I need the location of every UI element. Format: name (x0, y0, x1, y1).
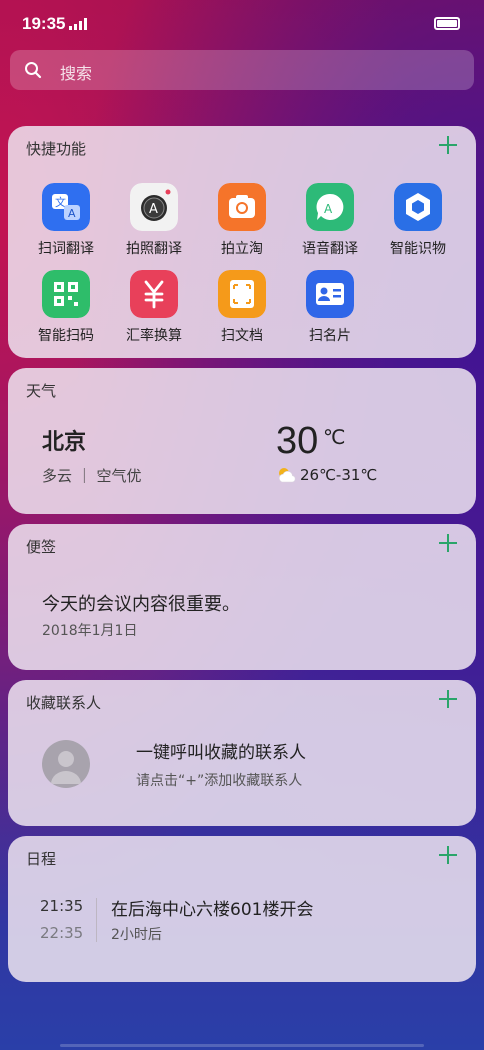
add-contact-icon[interactable] (438, 689, 458, 709)
svg-text:A: A (68, 207, 76, 220)
camera-icon (218, 183, 266, 231)
weather-condition: 多云 ｜ 空气优 (42, 467, 142, 485)
divider (96, 898, 97, 942)
quick-item-pailitao[interactable]: 拍立淘 (198, 183, 286, 263)
schedule-event-title: 在后海中心六楼601楼开会 (111, 900, 314, 920)
weather-card[interactable]: 天气 北京 多云 ｜ 空气优 30 ℃ 26℃-31℃ (8, 368, 476, 514)
add-note-icon[interactable] (438, 533, 458, 553)
quick-item-label: 智能识物 (390, 241, 446, 257)
contact-hint-text: 请点击“+”添加收藏联系人 (136, 773, 303, 789)
quick-item-label: 智能扫码 (38, 328, 94, 344)
card-title: 天气 (26, 382, 57, 400)
schedule-end-time: 22:35 (40, 924, 84, 942)
card-title: 快捷功能 (26, 140, 87, 158)
note-card[interactable]: 便签 今天的会议内容很重要。 2018年1月1日 (8, 524, 476, 670)
card-title: 收藏联系人 (26, 694, 102, 712)
favorite-contacts-card[interactable]: 收藏联系人 一键呼叫收藏的联系人 请点击“+”添加收藏联系人 (8, 680, 476, 826)
camera-translate-icon: A (130, 183, 178, 231)
scan-document-icon (218, 270, 266, 318)
home-indicator[interactable] (60, 1044, 424, 1047)
quick-item-label: 拍立淘 (221, 241, 263, 257)
card-title: 便签 (26, 538, 57, 556)
partly-cloudy-icon (278, 468, 296, 483)
status-bar: 19:35 (0, 0, 484, 50)
svg-text:A: A (149, 202, 158, 217)
schedule-relative-time: 2小时后 (111, 927, 162, 943)
search-bar[interactable]: 搜索 (10, 50, 474, 90)
scan-translate-icon: 文 A (42, 183, 90, 231)
add-quick-function-icon[interactable] (438, 135, 458, 155)
quick-item-voice-translate[interactable]: A 语音翻译 (286, 183, 374, 263)
note-date: 2018年1月1日 (42, 623, 138, 639)
quick-functions-card: 快捷功能 文 A 扫词翻译 A 拍照翻译 拍立淘 A 语音翻译 智能识物 智能扫… (8, 126, 476, 358)
quick-item-currency[interactable]: 汇率换算 (110, 270, 198, 350)
quick-item-qr-scan[interactable]: 智能扫码 (22, 270, 110, 350)
quick-item-label: 扫文档 (221, 328, 263, 344)
person-icon (51, 751, 81, 784)
card-title: 日程 (26, 850, 57, 868)
signal-icon (69, 18, 87, 30)
weather-city: 北京 (42, 430, 87, 455)
note-text: 今天的会议内容很重要。 (42, 594, 240, 615)
quick-item-camera-translate[interactable]: A 拍照翻译 (110, 183, 198, 263)
quick-item-label: 扫名片 (309, 328, 351, 344)
search-icon (25, 62, 42, 79)
currency-icon (130, 270, 178, 318)
quick-item-scan-document[interactable]: 扫文档 (198, 270, 286, 350)
qr-scan-icon (42, 270, 90, 318)
object-recognition-icon (394, 183, 442, 231)
quick-item-business-card[interactable]: 扫名片 (286, 270, 374, 350)
quick-item-label: 扫词翻译 (38, 241, 94, 257)
quick-item-label: 汇率换算 (126, 328, 182, 344)
schedule-start-time: 21:35 (40, 897, 84, 915)
voice-translate-icon: A (306, 183, 354, 231)
quick-item-scan-translate[interactable]: 文 A 扫词翻译 (22, 183, 110, 263)
quick-item-label: 拍照翻译 (126, 241, 182, 257)
schedule-card[interactable]: 日程 21:35 22:35 在后海中心六楼601楼开会 2小时后 (8, 836, 476, 982)
quick-item-object-recognition[interactable]: 智能识物 (374, 183, 462, 263)
status-time: 19:35 (22, 14, 66, 33)
add-schedule-icon[interactable] (438, 845, 458, 865)
avatar (42, 740, 90, 788)
business-card-icon (306, 270, 354, 318)
weather-unit: ℃ (323, 425, 346, 449)
quick-item-label: 语音翻译 (302, 241, 358, 257)
contact-main-text: 一键呼叫收藏的联系人 (136, 743, 306, 763)
weather-temperature: 30 (276, 420, 319, 462)
weather-range: 26℃-31℃ (300, 466, 378, 484)
svg-text:A: A (324, 202, 333, 216)
battery-icon (434, 17, 460, 30)
search-placeholder: 搜索 (60, 64, 93, 83)
